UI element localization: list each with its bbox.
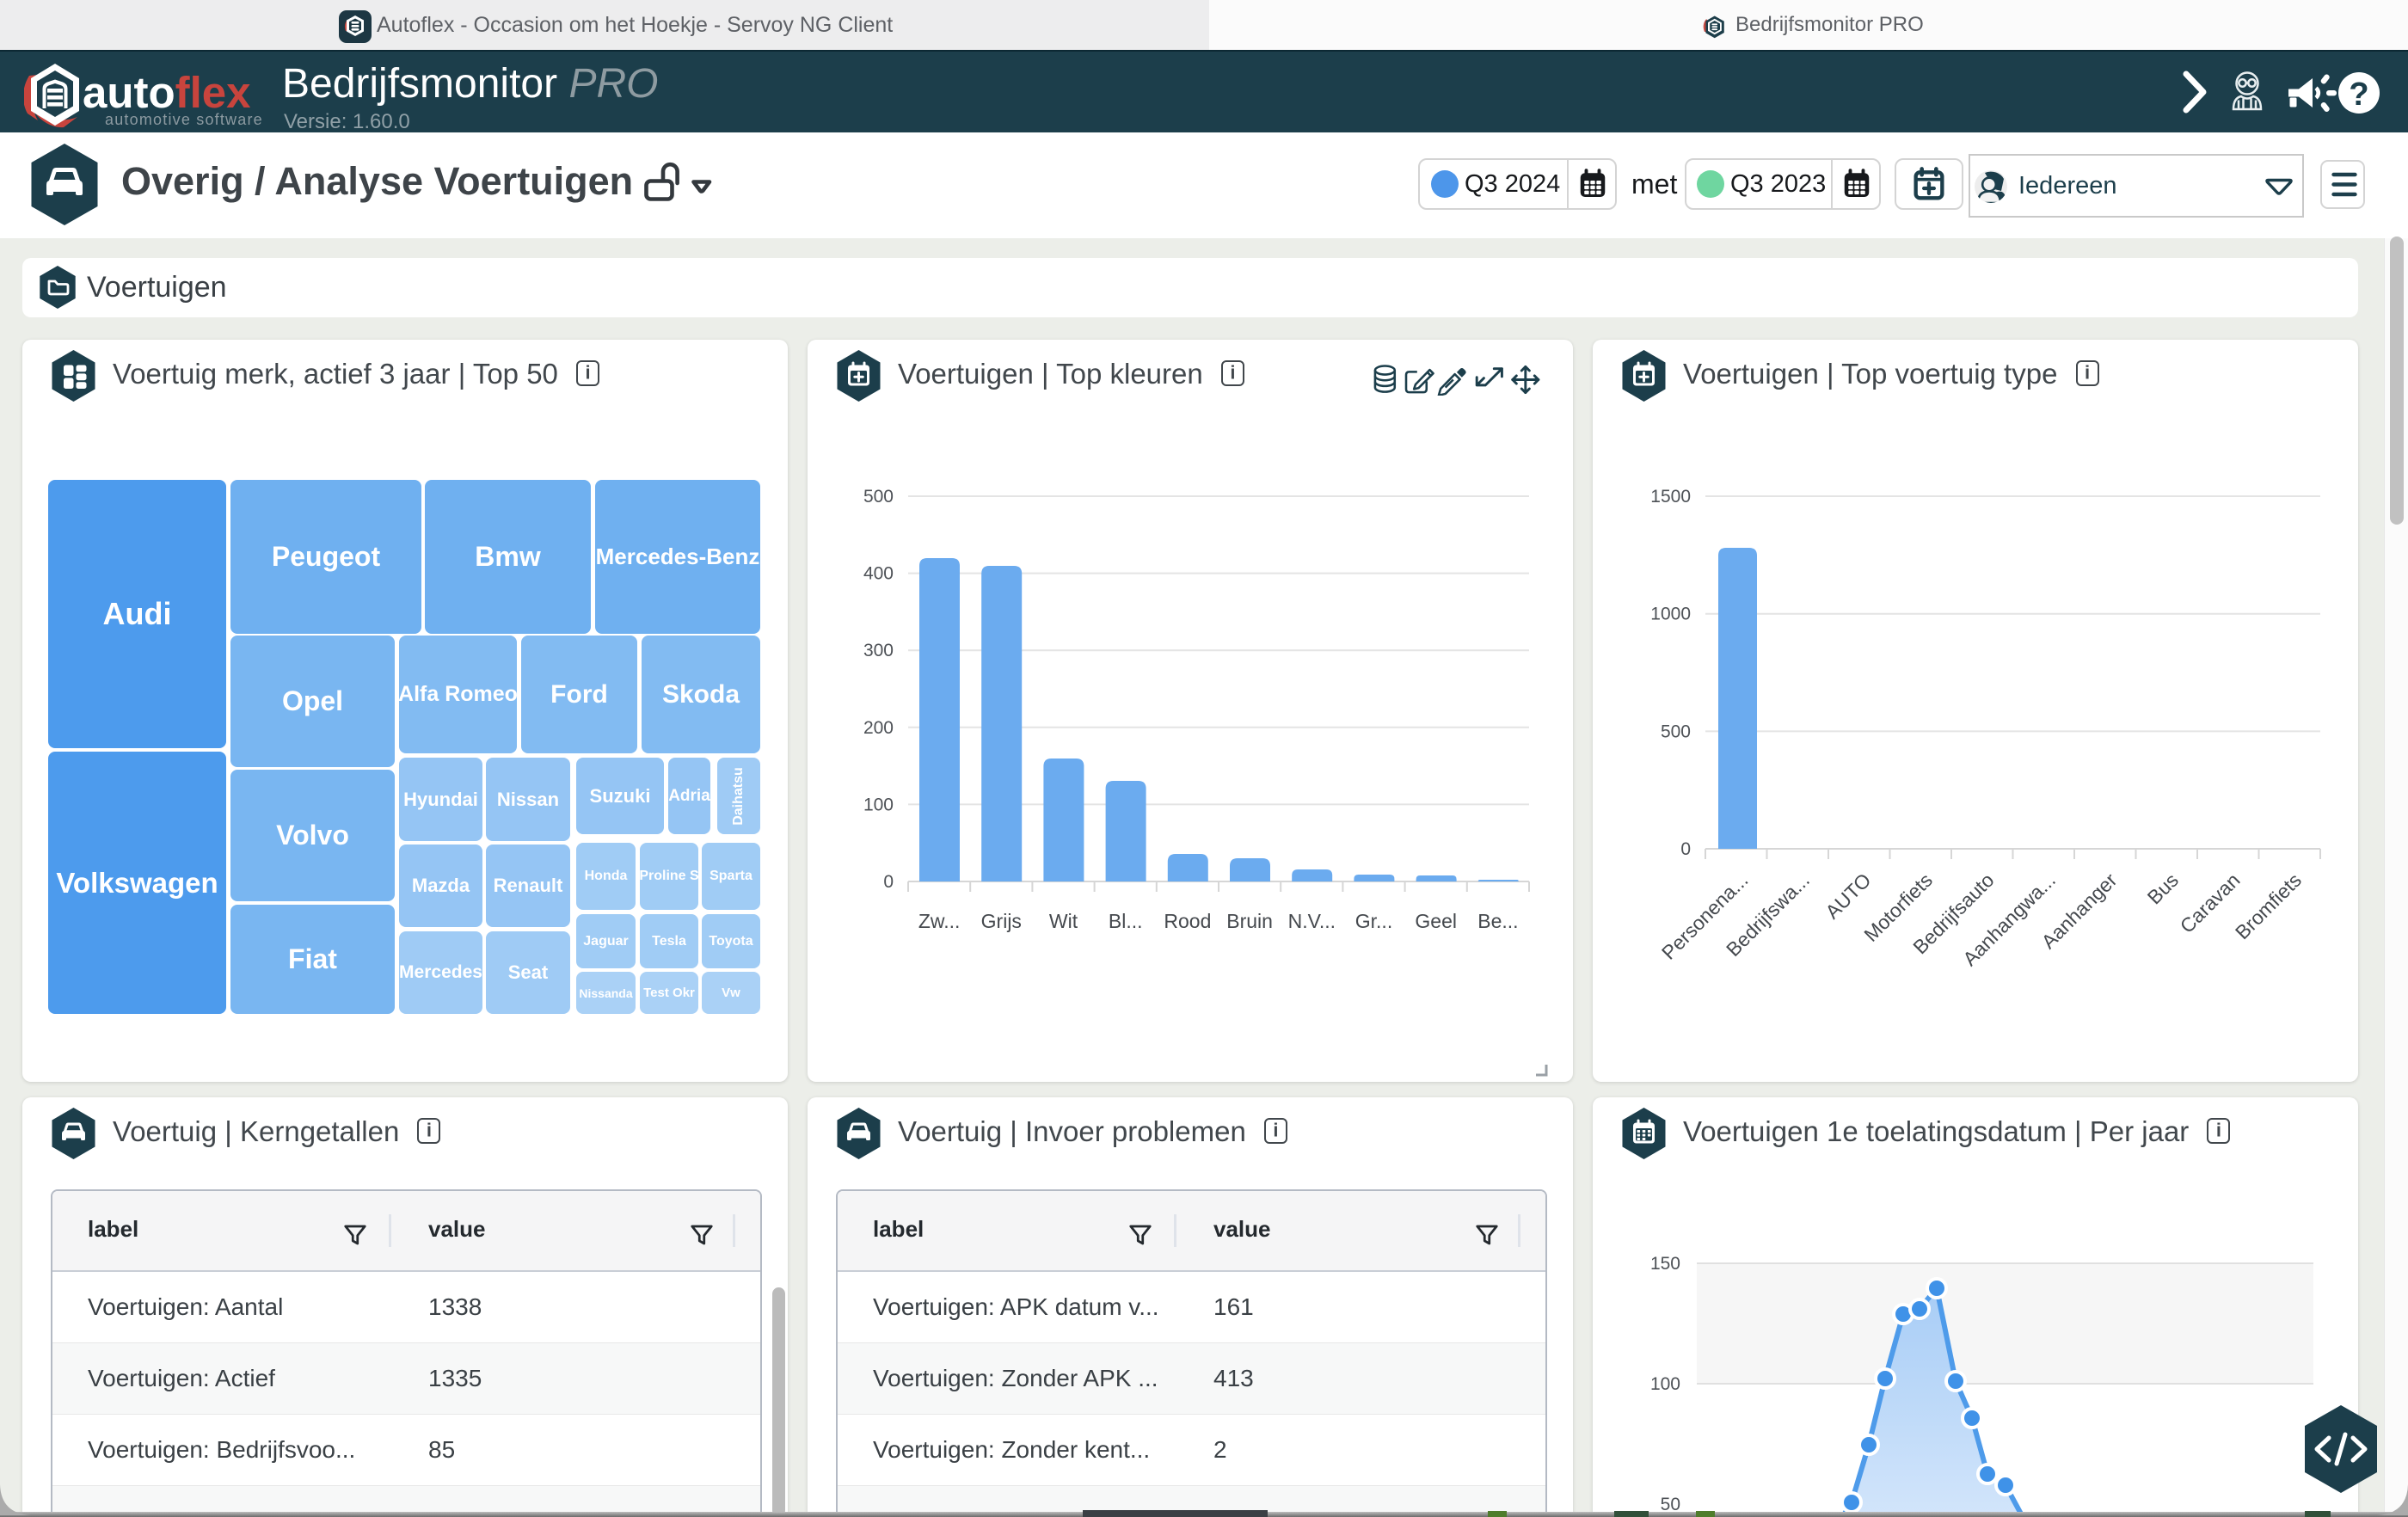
svg-text:Geel: Geel (1415, 910, 1457, 932)
svg-text:Bl...: Bl... (1109, 910, 1143, 932)
svg-text:1500: 1500 (1650, 487, 1691, 507)
svg-text:N.V...: N.V... (1288, 910, 1336, 932)
svg-text:300: 300 (863, 641, 894, 660)
svg-text:500: 500 (1661, 722, 1691, 741)
svg-text:400: 400 (863, 564, 894, 584)
svg-text:Be...: Be... (1477, 910, 1518, 932)
svg-text:Rood: Rood (1164, 910, 1211, 932)
svg-text:Zw...: Zw... (918, 910, 961, 932)
svg-text:1000: 1000 (1650, 605, 1691, 624)
svg-text:Wit: Wit (1049, 910, 1078, 932)
svg-text:AUTO: AUTO (1821, 869, 1875, 923)
svg-text:150: 150 (1650, 1254, 1680, 1274)
svg-text:0: 0 (1680, 839, 1691, 859)
svg-text:500: 500 (863, 487, 894, 507)
svg-text:Bus: Bus (2143, 869, 2183, 908)
svg-text:100: 100 (1650, 1374, 1680, 1394)
svg-text:200: 200 (863, 718, 894, 738)
svg-text:Gr...: Gr... (1355, 910, 1392, 932)
svg-text:Bromfiets: Bromfiets (2231, 869, 2306, 943)
svg-text:0: 0 (883, 872, 894, 892)
svg-text:Grijs: Grijs (981, 910, 1022, 932)
svg-text:Bruin: Bruin (1226, 910, 1273, 932)
svg-text:100: 100 (863, 795, 894, 814)
